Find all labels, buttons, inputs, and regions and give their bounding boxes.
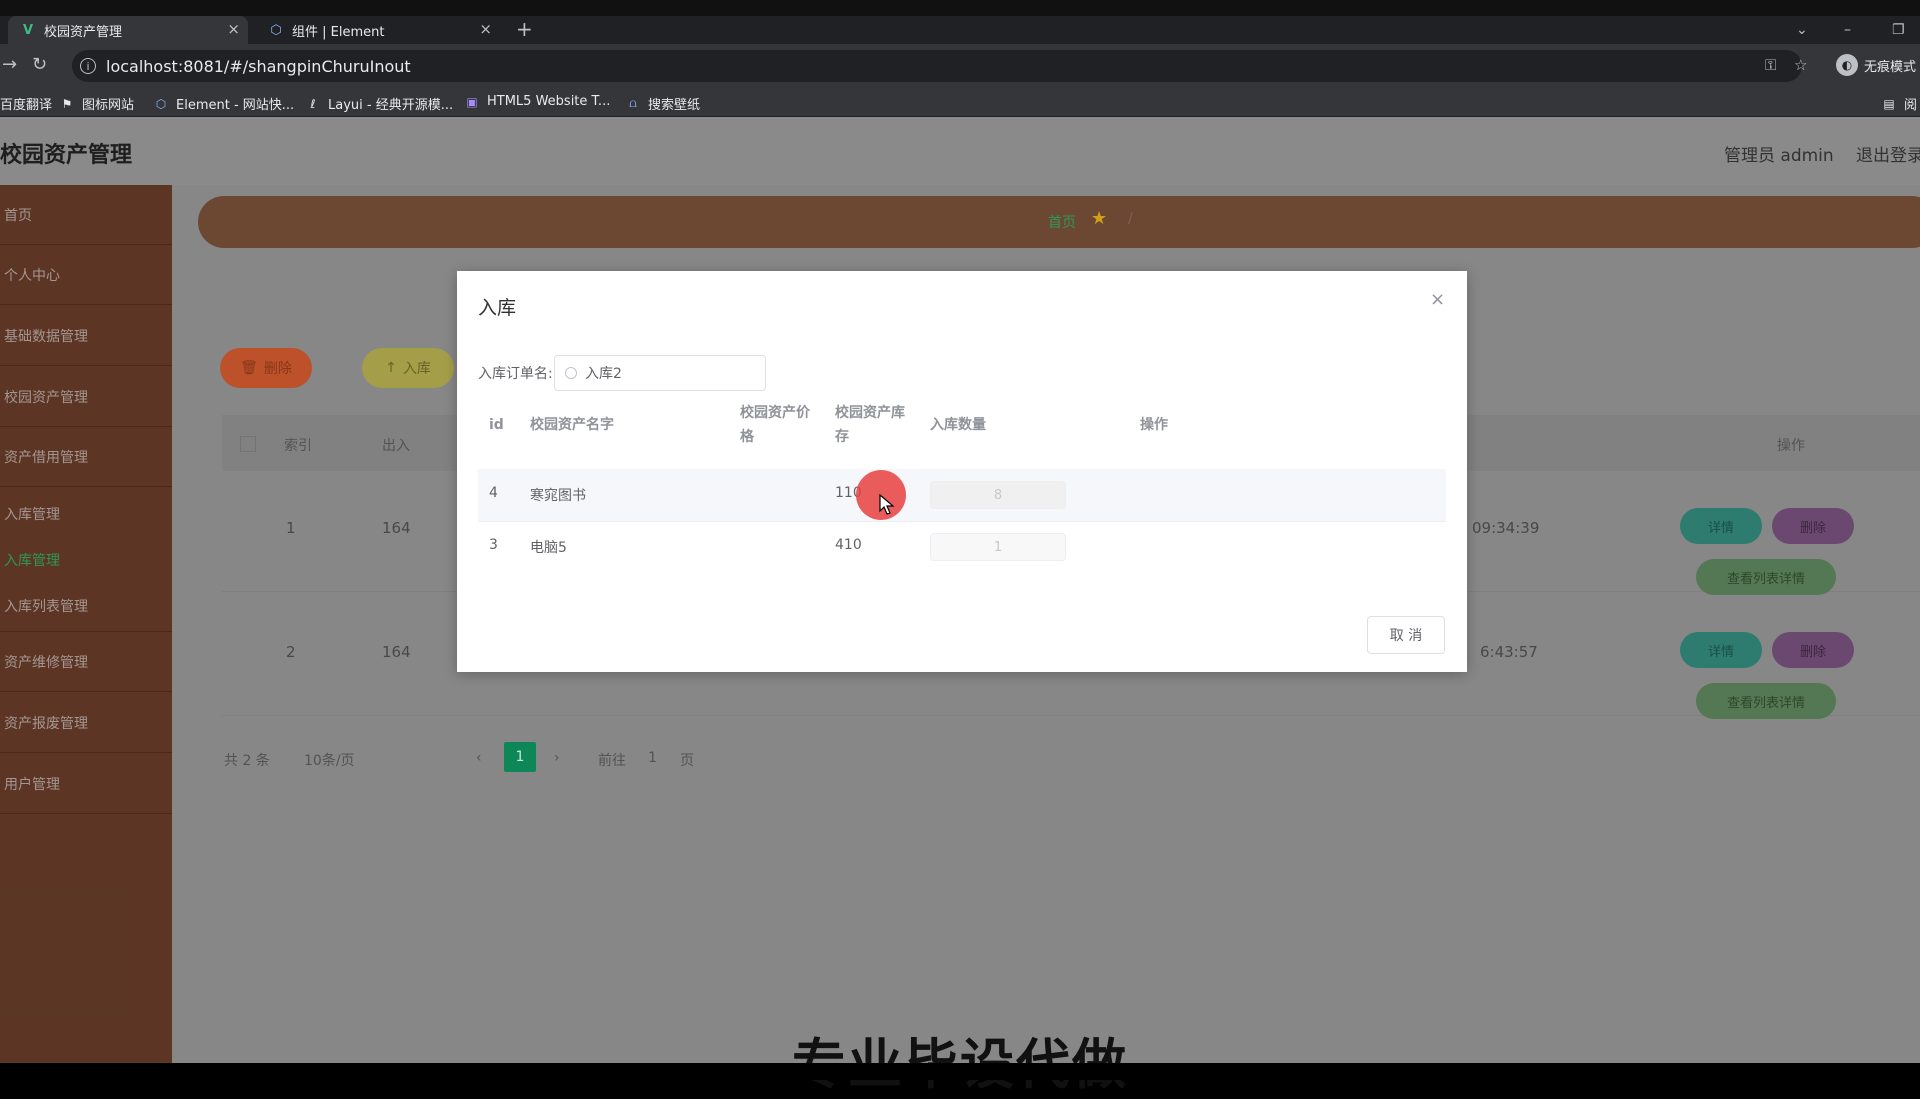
column-header-op: 操作	[1140, 417, 1168, 433]
minimize-icon[interactable]: –	[1844, 16, 1851, 44]
bookmark-item[interactable]: ℓ Layui - 经典开源模...	[306, 94, 454, 114]
layui-logo-icon: ℓ	[310, 96, 316, 111]
quantity-input[interactable]: 8	[930, 481, 1066, 509]
browser-tabstrip: V 校园资产管理 × ⬡ 组件 | Element × +	[0, 16, 1920, 44]
html5-logo-icon: ▣	[466, 94, 478, 109]
profile-label: 无痕模式	[1864, 59, 1917, 75]
wallpaper-logo-icon: ⩍	[629, 96, 637, 110]
bookmark-item[interactable]: ⩍ 搜索壁纸	[626, 94, 700, 113]
row-id: 4	[489, 485, 498, 501]
tab-title: 校园资产管理	[44, 24, 123, 40]
bookmark-item[interactable]: ⚑ 图标网站	[60, 94, 134, 114]
row-name: 寒窕图书	[530, 488, 586, 504]
search-icon	[565, 367, 577, 379]
browser-tab-element[interactable]: ⬡ 组件 | Element ×	[256, 16, 500, 44]
quantity-input[interactable]: 1	[930, 533, 1066, 561]
column-header-name: 校园资产名字	[530, 417, 614, 433]
key-icon[interactable]: ⚿	[1765, 56, 1776, 74]
dialog-table-row: 4 寒窕图书 110 8	[478, 469, 1446, 522]
bookmark-item[interactable]: 百度翻译	[0, 94, 52, 113]
row-stock: 410	[835, 537, 862, 553]
order-name-input[interactable]: 入库2	[554, 355, 766, 391]
reading-list-icon: ▤	[1883, 96, 1895, 111]
tab-search-chevron-icon[interactable]: ⌄	[1796, 16, 1808, 44]
bookmark-star-icon[interactable]: ☆	[1794, 56, 1807, 74]
row-name: 电脑5	[530, 540, 567, 556]
dialog-table-row: 3 电脑5 410 1	[478, 521, 1446, 573]
url-text: localhost:8081/#/shangpinChuruInout	[106, 56, 411, 76]
column-header-price: 校园资产价 格	[740, 405, 810, 445]
cancel-button[interactable]: 取 消	[1367, 616, 1445, 654]
order-name-label: 入库订单名:	[478, 366, 553, 382]
tab-close-icon[interactable]: ×	[479, 20, 492, 38]
column-header-qty: 入库数量	[930, 417, 986, 433]
address-bar[interactable]: i localhost:8081/#/shangpinChuruInout ⚿ …	[72, 50, 1807, 82]
app-root: 校园资产管理 管理员 admin 退出登录 首页 个人中心 基础数据管理 校园资…	[0, 117, 1920, 1063]
browser-tab-active[interactable]: V 校园资产管理 ×	[8, 16, 248, 44]
order-name-value: 入库2	[585, 366, 622, 382]
new-tab-button[interactable]: +	[516, 16, 533, 44]
bookmark-item[interactable]: ⬡ Element - 网站快...	[154, 94, 294, 114]
back-arrow-icon[interactable]: →	[2, 54, 17, 75]
reload-icon[interactable]: ↻	[32, 54, 47, 75]
screen-bottom-bar	[0, 1063, 1920, 1080]
bookmarks-bar: 百度翻译 ⚑ 图标网站 ⬡ Element - 网站快... ℓ Layui - 经典…	[0, 88, 1920, 117]
column-header-stock: 校园资产库 存	[835, 405, 905, 445]
video-subtitle: 专业毕设代做	[0, 1020, 1920, 1099]
restore-icon[interactable]: ❐	[1892, 16, 1905, 44]
reading-list-button[interactable]: ▤ 阅	[1882, 94, 1917, 114]
screen-top-bar	[0, 0, 1920, 16]
mouse-cursor-icon	[879, 494, 895, 515]
vue-logo-icon: V	[22, 22, 34, 38]
element-logo-icon: ⬡	[270, 22, 282, 38]
close-icon[interactable]: ×	[1430, 289, 1445, 310]
incognito-profile[interactable]: ◐ 无痕模式	[1836, 54, 1916, 76]
row-id: 3	[489, 537, 498, 553]
bookmark-item[interactable]: ▣ HTML5 Website T...	[465, 94, 610, 109]
tab-title: 组件 | Element	[292, 24, 385, 40]
element-logo-icon: ⬡	[155, 96, 167, 111]
column-header-id: id	[489, 417, 504, 433]
tab-close-icon[interactable]: ×	[227, 20, 240, 38]
flag-icon: ⚑	[61, 96, 73, 111]
inbound-dialog: 入库 × 入库订单名: 入库2 id 校园资产名字 校园资产价 格 校园资产库 …	[457, 271, 1467, 672]
browser-toolbar: → ↻ i localhost:8081/#/shangpinChuruInou…	[0, 44, 1920, 88]
incognito-icon: ◐	[1836, 54, 1858, 76]
dialog-title: 入库	[478, 297, 517, 319]
site-info-icon[interactable]: i	[80, 58, 96, 74]
